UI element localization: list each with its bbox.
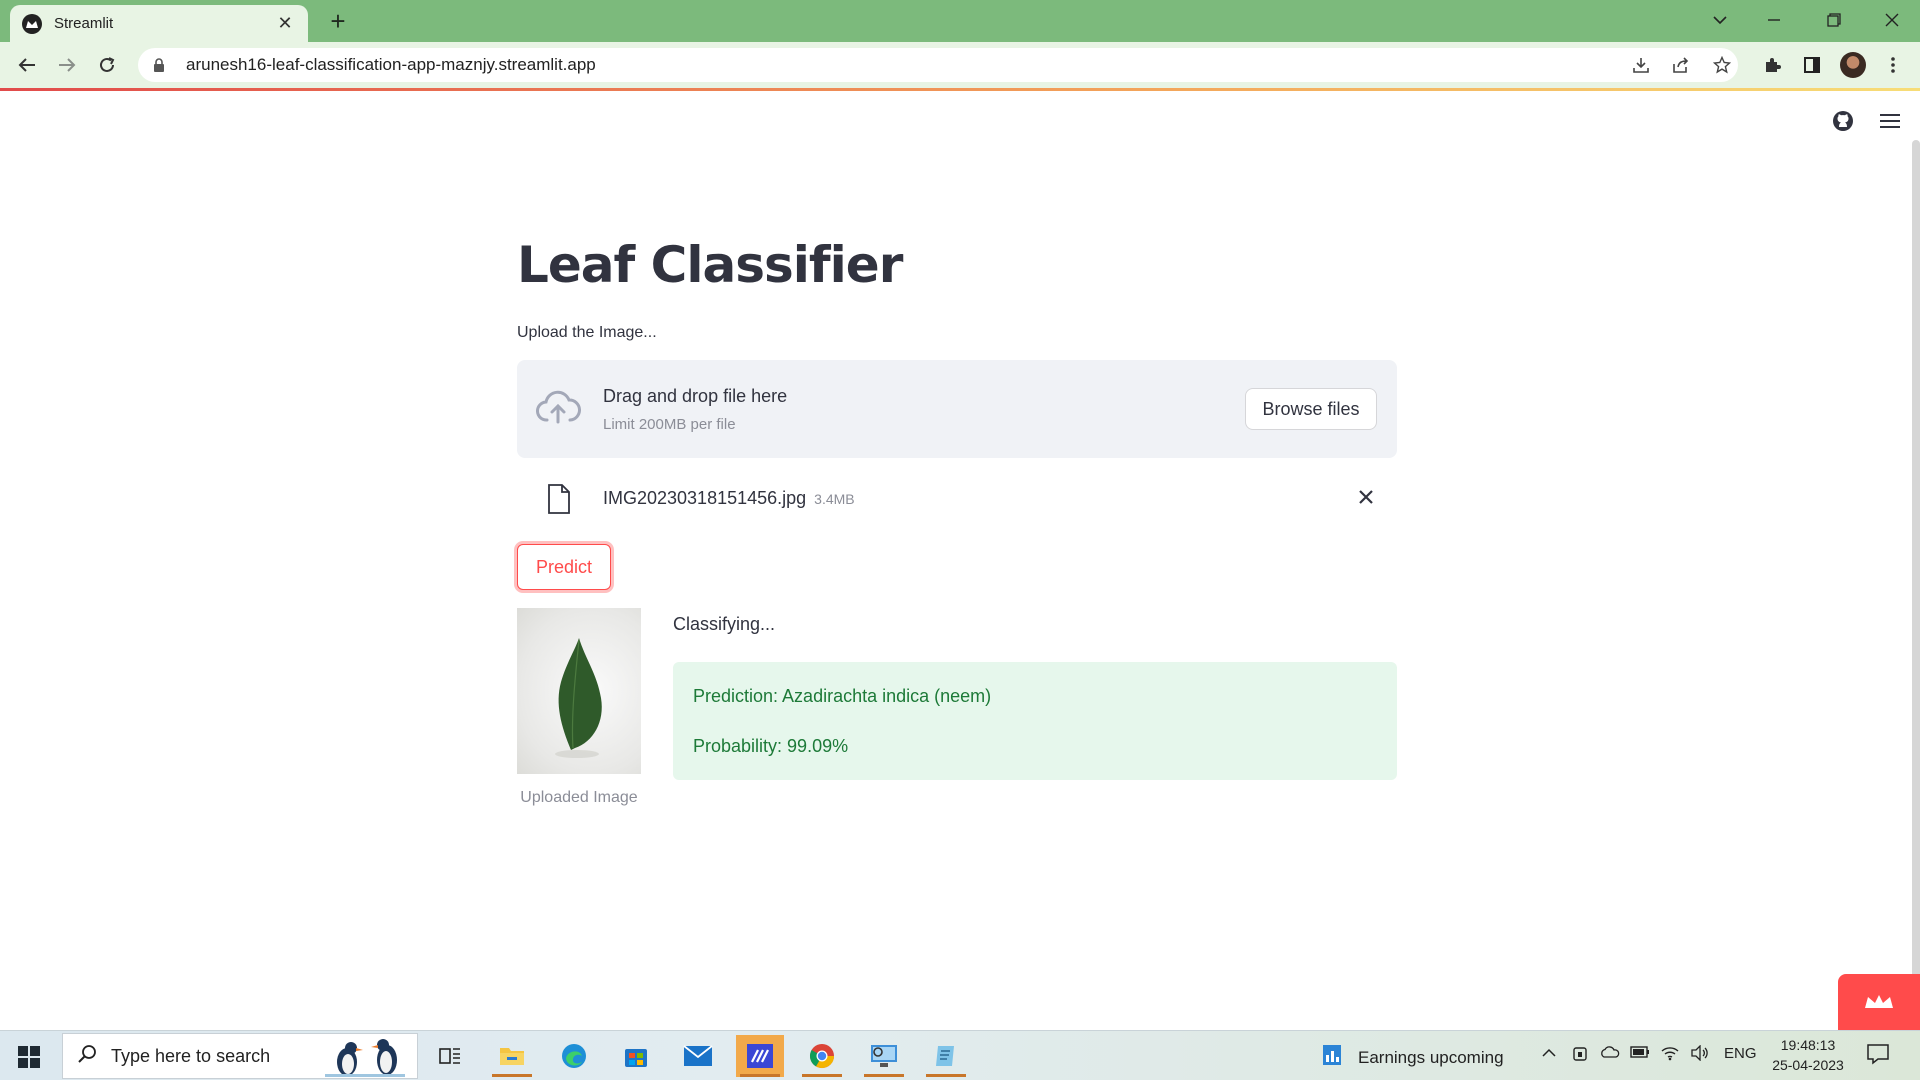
upload-cloud-icon	[535, 390, 581, 426]
probability-text: Probability: 99.09%	[693, 736, 849, 756]
file-dropzone[interactable]: Drag and drop file here Limit 200MB per …	[517, 360, 1397, 458]
battery-icon[interactable]	[1630, 1045, 1650, 1062]
url-text: arunesh16-leaf-classification-app-maznjy…	[186, 55, 596, 74]
minimize-icon[interactable]	[1754, 6, 1794, 34]
chevron-down-icon[interactable]	[1700, 6, 1740, 34]
hamburger-menu-icon[interactable]	[1878, 108, 1902, 134]
forward-arrow-icon[interactable]	[52, 51, 82, 79]
notepad-icon[interactable]	[922, 1035, 970, 1077]
windows-start-icon[interactable]	[18, 1046, 40, 1068]
clock-time: 19:48:13	[1780, 1037, 1836, 1053]
prediction-result-box: Prediction: Azadirachta indica (neem) Pr…	[673, 662, 1397, 780]
windows-taskbar: Type here to search Earnings upcoming EN…	[0, 1030, 1920, 1080]
predict-button[interactable]: Predict	[517, 544, 611, 590]
file-icon	[547, 484, 571, 514]
extension-icon[interactable]	[1759, 53, 1785, 77]
image-caption: Uploaded Image	[520, 789, 638, 806]
profile-avatar[interactable]	[1840, 52, 1866, 78]
streamlit-crown-icon[interactable]	[1838, 974, 1920, 1030]
search-placeholder: Type here to search	[111, 1045, 271, 1066]
mail-icon[interactable]	[674, 1035, 722, 1077]
file-size: 3.4MB	[814, 491, 855, 507]
more-icon[interactable]	[1880, 53, 1906, 77]
prediction-text: Prediction: Azadirachta indica (neem)	[693, 686, 992, 706]
star-icon[interactable]	[1709, 53, 1735, 77]
chrome-icon[interactable]	[798, 1035, 846, 1077]
restore-icon[interactable]	[1814, 6, 1854, 34]
lock-icon[interactable]	[152, 57, 166, 73]
chevron-up-icon[interactable]	[1542, 1045, 1556, 1062]
file-name: IMG20230318151456.jpg 3.4MB	[603, 488, 855, 509]
page-loading-bar	[0, 88, 1920, 91]
reload-icon[interactable]	[92, 51, 122, 79]
browser-tab[interactable]: Streamlit ✕	[10, 5, 308, 42]
tab-title: Streamlit	[54, 15, 114, 32]
system-clock[interactable]: 19:48:13 25-04-2023	[1766, 1035, 1850, 1075]
wifi-icon[interactable]	[1660, 1045, 1680, 1065]
penguins-illustration-icon	[317, 1036, 413, 1080]
github-icon[interactable]	[1830, 108, 1856, 134]
notification-icon[interactable]	[1866, 1043, 1892, 1069]
weather-widget[interactable]: Earnings upcoming	[1322, 1043, 1504, 1072]
remote-desktop-icon[interactable]	[860, 1035, 908, 1077]
page-title: Leaf Classifier	[517, 236, 903, 294]
meet-icon[interactable]	[1572, 1045, 1588, 1067]
visual-studio-icon[interactable]	[736, 1035, 784, 1077]
file-explorer-icon[interactable]	[488, 1035, 536, 1077]
browser-tab-strip: Streamlit ✕ +	[0, 0, 1920, 42]
task-view-icon[interactable]	[426, 1035, 474, 1077]
uploaded-image	[517, 608, 641, 774]
close-icon[interactable]	[1353, 484, 1379, 510]
close-icon[interactable]	[1872, 6, 1912, 34]
store-icon[interactable]	[612, 1035, 660, 1077]
onedrive-icon[interactable]	[1600, 1045, 1620, 1063]
streamlit-logo-icon	[22, 13, 42, 34]
plus-icon[interactable]: +	[324, 6, 352, 37]
share-icon[interactable]	[1668, 53, 1694, 77]
side-panel-icon[interactable]	[1799, 53, 1825, 77]
weather-text: Earnings upcoming	[1358, 1047, 1504, 1067]
dropzone-instruction: Drag and drop file here	[603, 386, 788, 406]
close-icon[interactable]: ✕	[274, 13, 296, 34]
edge-icon[interactable]	[550, 1035, 598, 1077]
language-indicator[interactable]: ENG	[1724, 1045, 1757, 1062]
search-icon	[77, 1044, 97, 1069]
download-icon[interactable]	[1628, 53, 1654, 77]
back-arrow-icon[interactable]	[12, 51, 42, 79]
uploaded-file-row: IMG20230318151456.jpg 3.4MB	[517, 476, 1397, 520]
address-bar[interactable]: arunesh16-leaf-classification-app-maznjy…	[138, 48, 1738, 82]
volume-icon[interactable]	[1690, 1044, 1710, 1065]
upload-label: Upload the Image...	[517, 324, 657, 341]
taskbar-search-input[interactable]: Type here to search	[62, 1033, 418, 1079]
clock-date: 25-04-2023	[1772, 1057, 1844, 1073]
dropzone-limit: Limit 200MB per file	[603, 416, 736, 433]
file-name-text: IMG20230318151456.jpg	[603, 488, 807, 508]
weather-icon	[1322, 1043, 1344, 1072]
status-text: Classifying...	[673, 614, 776, 634]
browser-toolbar: arunesh16-leaf-classification-app-maznjy…	[0, 42, 1920, 88]
page-scrollbar[interactable]	[1912, 140, 1920, 1030]
browse-files-button[interactable]: Browse files	[1245, 388, 1377, 430]
